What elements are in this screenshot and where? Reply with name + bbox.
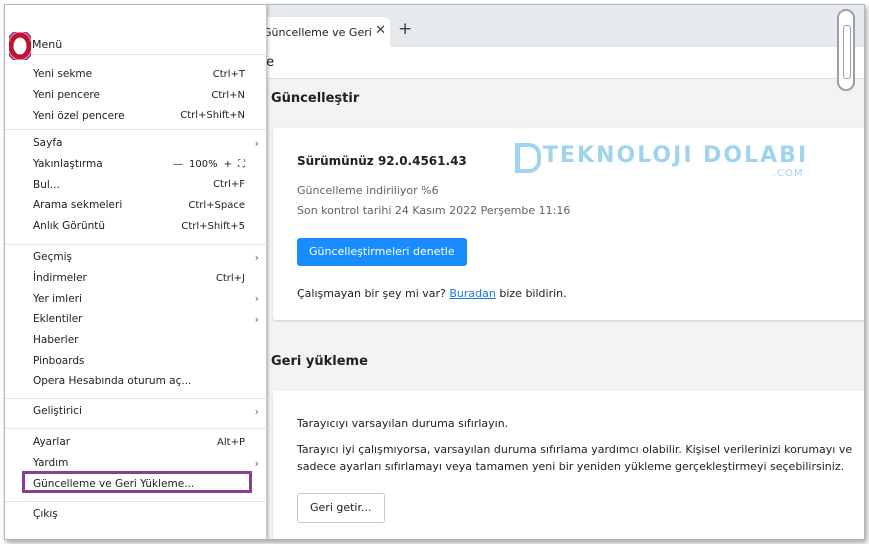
menu-item[interactable]: Haberler [5,330,267,351]
menu-item[interactable]: Yakınlaştırma — 100% + ⛶ [5,154,267,175]
reset-explanation: Tarayıcı iyi çalışmıyorsa, varsayılan du… [297,443,853,473]
chevron-right-icon: › [254,292,259,306]
menu-item[interactable]: Geçmiş › [5,247,267,268]
menu-group: Yeni sekme Ctrl+T Yeni pencere Ctrl+N Yeni ö… [5,64,267,130]
opera-o-icon[interactable] [9,32,31,60]
menu-item[interactable]: Geliştirici › [5,401,267,422]
watermark-suffix: .COM [773,168,804,179]
menu-item-label: Çıkış [33,508,58,521]
menu-item-label: Haberler [33,334,79,347]
menu-item-label: Yer imleri [33,292,82,305]
menu-group: Geçmiş › İndirmeler Ctrl+J Yer imleri › Eklent… [5,247,267,399]
menu-item-label: Yeni sekme [33,68,93,81]
reset-card: Tarayıcıyı varsayılan duruma sıfırlayın.… [273,391,864,539]
menu-item[interactable]: Sayfa › [5,133,267,154]
menu-item[interactable]: İndirmeler Ctrl+J [5,268,267,289]
fullscreen-icon[interactable]: ⛶ [238,159,245,170]
menu-item-label: Yeni özel pencere [33,109,125,122]
help-suffix: bize bildirin. [495,287,567,300]
menu-group: Geliştirici › [5,401,267,429]
help-prefix: Çalışmayan bir şey mi var? [297,287,450,300]
menu-item[interactable]: Ayarlar Alt+P [5,432,267,453]
menu-item-label: Bul... [33,178,60,191]
opera-main-menu: Menü Yeni sekme Ctrl+T Yeni pencere Ctrl+N Y… [5,5,267,539]
watermark: TEKNOLOJI DOLABI .COM [509,141,829,185]
menu-item-label: Eklentiler [33,313,83,326]
menu-item-shortcut: Ctrl+Shift+N [180,110,245,122]
chevron-right-icon: › [254,456,259,470]
chevron-right-icon: › [254,404,259,418]
menu-item[interactable]: Yeni özel pencere Ctrl+Shift+N [5,105,267,126]
menu-item-label: Yakınlaştırma [33,158,103,171]
scrollbar-handle[interactable] [837,9,855,91]
menu-item-shortcut: Ctrl+J [215,272,245,284]
help-text: Çalışmayan bir şey mi var? Buradan bize … [297,287,567,300]
close-icon[interactable]: ✕ [375,23,386,38]
menu-item[interactable]: Pinboards [5,350,267,371]
zoom-value: 100% [189,158,218,170]
menu-item-shortcut: Alt+P [217,436,245,448]
update-restore-highlight [22,471,252,493]
menu-item-label: Opera Hesabında oturum aç... [33,375,192,388]
menu-item-shortcut: Ctrl+Space [188,199,245,211]
menu-item-label: Pinboards [33,354,85,367]
check-updates-button[interactable]: Güncelleştirmeleri denetle [297,238,467,266]
menu-item-label: Yardım [33,457,69,470]
reset-description: Tarayıcıyı varsayılan duruma sıfırlayın. [297,417,509,430]
teknoloji-logo-icon [515,143,541,173]
watermark-text: TEKNOLOJI DOLABI [543,143,809,168]
menu-item-label: İndirmeler [33,272,87,285]
menu-item-label: Geçmiş [33,251,72,264]
last-check-status: Son kontrol tarihi 24 Kasım 2022 Perşemb… [297,204,571,217]
chevron-right-icon: › [254,312,259,326]
menu-item-label: Arama sekmeleri [33,199,123,212]
zoom-controls: — 100% + ⛶ [173,159,245,170]
tab-title: Güncelleme ve Geri Yükleme [263,25,371,39]
chevron-right-icon: › [254,136,259,150]
menu-item[interactable]: Anlık Görüntü Ctrl+Shift+5 [5,216,267,237]
zoom-in-icon[interactable]: + [224,159,232,170]
menu-item[interactable]: Yer imleri › [5,288,267,309]
menu-item-label: Sayfa [33,137,63,150]
version-text: Sürümünüz 92.0.4561.43 [297,154,467,168]
menu-item-label: Anlık Görüntü [33,220,106,233]
new-tab-icon[interactable]: + [398,19,412,39]
menu-item-shortcut: Ctrl+F [213,179,245,191]
menu-item[interactable]: Bul... Ctrl+F [5,174,267,195]
menu-item-label: Ayarlar [33,436,71,449]
menu-item[interactable]: Yeni sekme Ctrl+T [5,64,267,85]
menu-item-shortcut: Ctrl+Shift+5 [181,220,245,232]
menu-group: Sayfa › Yakınlaştırma — 100% + ⛶ Bul... Ctrl+F Ar… [5,133,267,245]
restore-button[interactable]: Geri getir... [297,493,385,523]
reset-section-title: Geri yükleme [271,354,368,369]
browser-window: Güncelleme ve Geri Yükleme ✕ + te Güncel… [4,4,865,540]
download-status: Güncelleme indiriliyor %6 [297,184,439,197]
menu-item-label: Yeni pencere [33,89,100,102]
menu-item-shortcut: Ctrl+T [212,68,245,80]
menu-item[interactable]: Yeni pencere Ctrl+N [5,85,267,106]
report-link[interactable]: Buradan [449,287,495,300]
menu-item[interactable]: Opera Hesabında oturum aç... [5,371,267,392]
menu-item-label: Geliştirici [33,405,82,418]
menu-item[interactable]: Çıkış [5,504,267,525]
zoom-out-icon[interactable]: — [173,159,183,170]
update-section-title: Güncelleştir [271,91,360,106]
chevron-right-icon: › [254,250,259,264]
menu-item[interactable]: Eklentiler › [5,309,267,330]
tab-update-restore[interactable]: Güncelleme ve Geri Yükleme ✕ [255,17,390,47]
menu-label: Menü [32,38,63,51]
menu-item-shortcut: Ctrl+N [211,89,245,101]
menu-item[interactable]: Arama sekmeleri Ctrl+Space [5,195,267,216]
menu-group: Çıkış [5,504,267,532]
menu-header: Menü [5,5,267,60]
